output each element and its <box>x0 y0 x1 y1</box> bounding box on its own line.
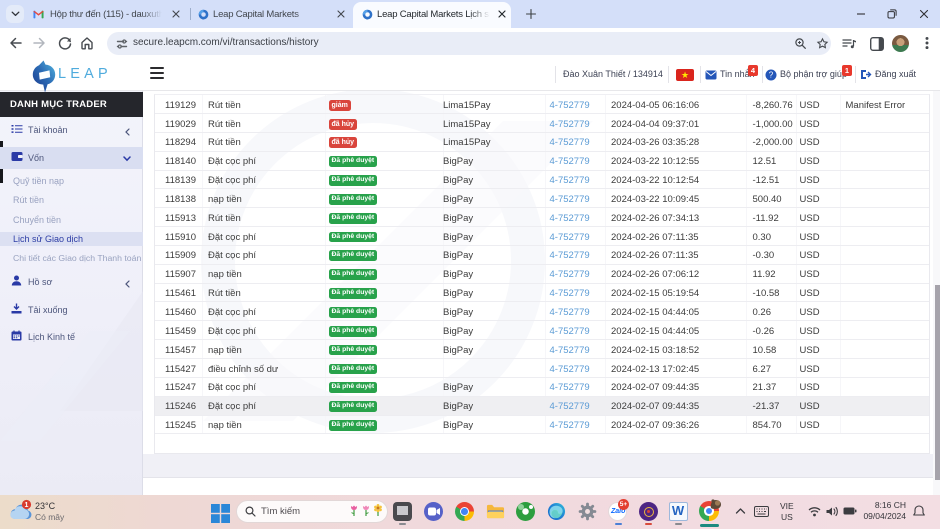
svg-text:1: 1 <box>25 502 29 509</box>
svg-text:?: ? <box>769 71 774 80</box>
